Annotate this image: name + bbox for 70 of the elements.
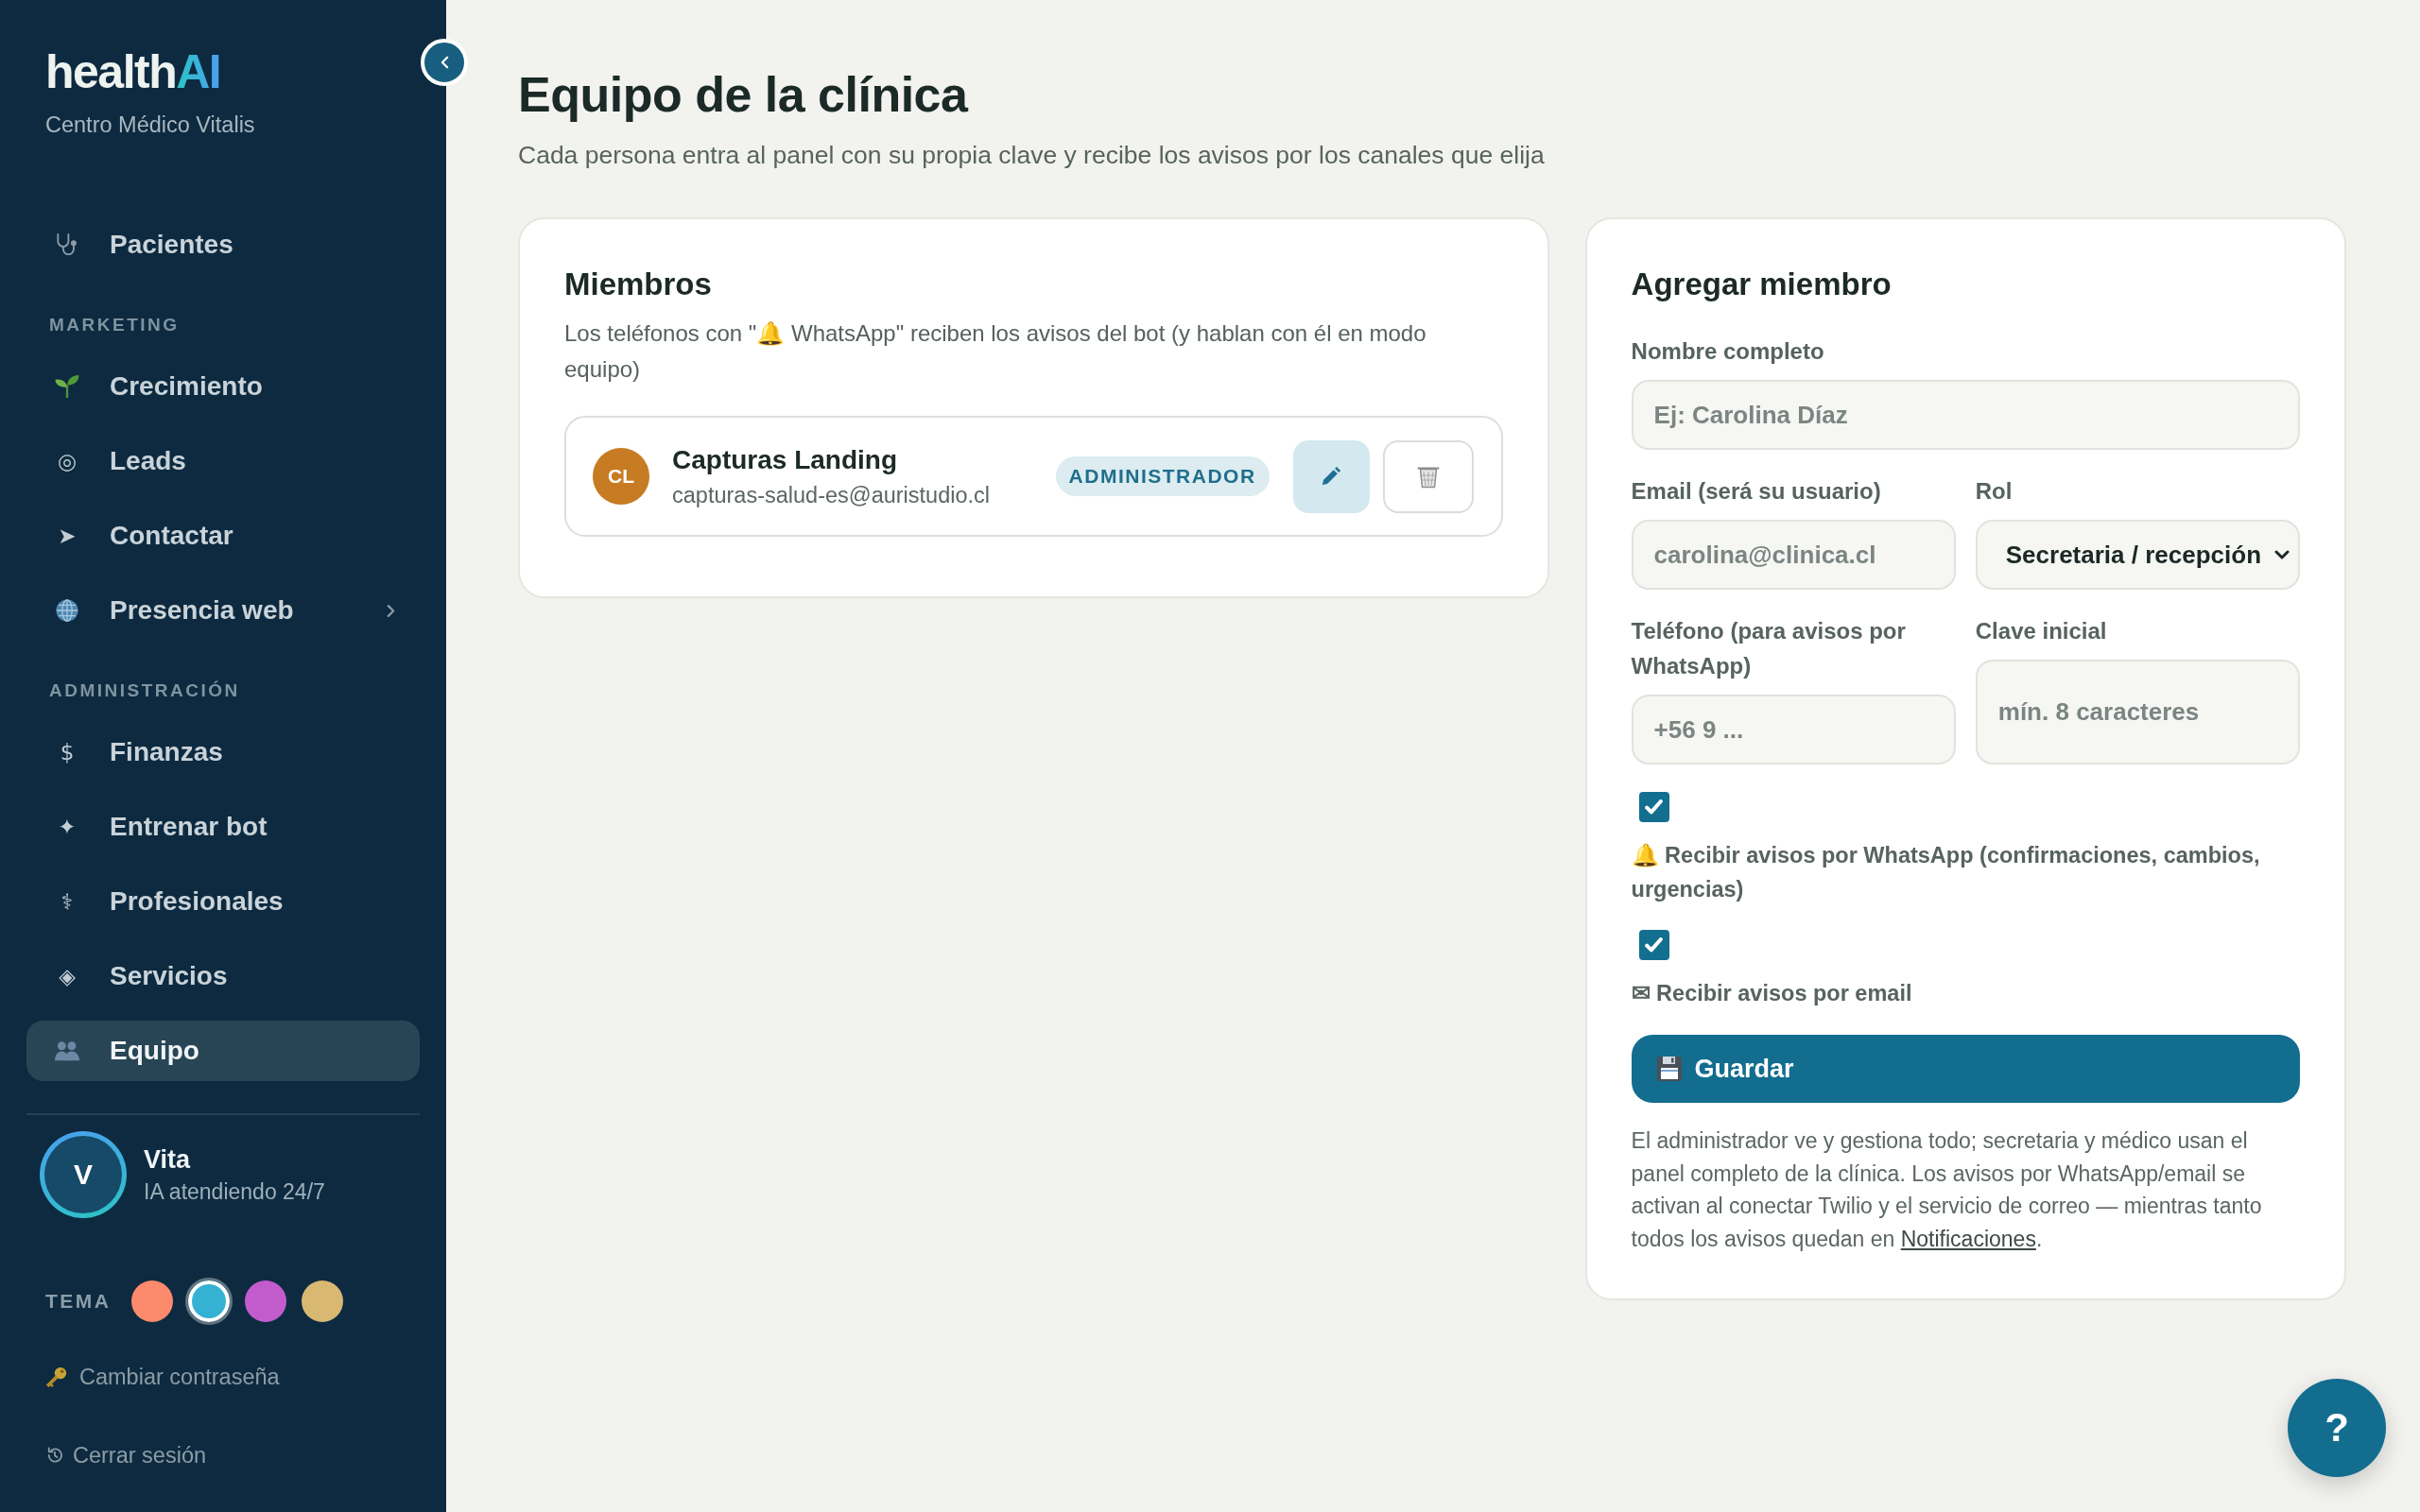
arrowhead-icon: ➤ (50, 523, 84, 549)
checkbox[interactable] (1638, 930, 1669, 960)
password-field[interactable]: mín. 8 caracteres (1975, 660, 2300, 765)
checkbox-label: ✉ Recibir avisos por email (1631, 980, 1912, 1007)
field-label: Clave inicial (1975, 617, 2107, 645)
chevron-left-icon (440, 56, 449, 69)
nav-item[interactable]: Presencia web (26, 580, 420, 641)
nav-item[interactable]: $ Finanzas (26, 722, 420, 782)
help-button[interactable]: ? (2288, 1379, 2386, 1477)
key-icon (45, 1366, 67, 1388)
nav-item[interactable]: ✦ Entrenar bot (26, 797, 420, 857)
assistant-name: Vita (144, 1144, 191, 1176)
save-button[interactable]: Guardar (1631, 1035, 2300, 1103)
input-field[interactable]: +56 9 ... (1631, 695, 1956, 765)
help-note: El administrador ve y gestiona todo; secretaria y médico usan el panel completo de la clínica. Los avisos por WhatsApp/email se activan al conectar Twilio y el servicio de correo — mientras tanto todos los avisos quedan en Notificaciones. (1631, 1127, 2263, 1253)
sidebar-link[interactable]: Cambiar contraseña (45, 1363, 280, 1391)
swatch-icon[interactable] (184, 1278, 233, 1325)
caret-down-icon (2274, 550, 2290, 559)
sparkle-icon: ✦ (50, 814, 84, 840)
checkbox[interactable] (1638, 792, 1669, 822)
section-heading: ADMINISTRACIÓN (49, 679, 240, 702)
panel-title: Miembros (564, 266, 712, 302)
nav-item[interactable]: Pacientes (26, 215, 420, 275)
page-title: Equipo de la clínica (518, 66, 968, 124)
role-tag: ADMINISTRADOR (1055, 456, 1270, 496)
sidebar-link[interactable]: Cerrar sesión (45, 1441, 207, 1469)
pencil-icon (1321, 466, 1342, 487)
logo: healthAI (45, 48, 221, 95)
notifications-link[interactable]: Notificaciones (1900, 1226, 2036, 1251)
clock-arrow-icon (45, 1446, 64, 1465)
input-field[interactable]: carolina@clinica.cl (1631, 520, 1956, 590)
field-label: Rol (1975, 477, 2013, 506)
nav-item[interactable]: ◎ Leads (26, 431, 420, 491)
member-email: capturas-salud-es@auristudio.cl (672, 481, 991, 509)
section-heading: MARKETING (49, 314, 180, 336)
theme-label: TEMA (45, 1289, 112, 1314)
target-icon: ◎ (50, 448, 84, 474)
dollar-icon: $ (50, 739, 84, 765)
diamond-icon: ◈ (50, 963, 84, 989)
field-label: Nombre completo (1631, 337, 1824, 366)
trash-icon (1416, 464, 1440, 489)
medical-staff-icon: ⚕ (50, 888, 84, 915)
panel-title: Agregar miembro (1631, 266, 1892, 302)
collapse-sidebar-button[interactable] (421, 39, 468, 86)
input-field[interactable]: Ej: Carolina Díaz (1631, 380, 2300, 450)
chevron-right-icon (387, 603, 395, 618)
select-field[interactable]: Secretaria / recepción (1975, 520, 2300, 590)
checkmark-icon (1645, 799, 1664, 815)
member-name: Capturas Landing (672, 443, 897, 476)
page-subtitle: Cada persona entra al panel con su propia clave y recibe los avisos por los canales que elija (518, 140, 1545, 171)
globe-icon (55, 599, 79, 622)
field-label: Teléfono (para avisos por WhatsApp) (1631, 617, 1907, 680)
member-avatar: CL (593, 448, 649, 505)
panel-description: Los teléfonos con "🔔 WhatsApp" reciben los avisos del bot (y hablan con él en modo equipo) (564, 319, 1427, 384)
checkbox-label: 🔔 Recibir avisos por WhatsApp (confirmaciones, cambios, urgencias) (1631, 842, 2261, 903)
nav-item[interactable]: Crecimiento (26, 356, 420, 417)
nav-item[interactable]: ➤ Contactar (26, 506, 420, 566)
nav-item[interactable]: Equipo (26, 1021, 420, 1081)
swatch-icon[interactable] (301, 1280, 343, 1322)
swatch-icon[interactable] (244, 1280, 286, 1322)
stethoscope-icon (55, 233, 79, 256)
nav-item[interactable]: ◈ Servicios (26, 946, 420, 1006)
seedling-icon (55, 375, 79, 398)
clinic-name: Centro Médico Vitalis (45, 112, 255, 139)
field-label: Email (será su usuario) (1631, 477, 1881, 506)
assistant-status: IA atendiendo 24/7 (144, 1178, 325, 1206)
swatch-icon[interactable] (130, 1280, 173, 1322)
people-icon (55, 1040, 79, 1062)
checkmark-icon (1645, 937, 1664, 953)
nav-item[interactable]: ⚕ Profesionales (26, 871, 420, 932)
